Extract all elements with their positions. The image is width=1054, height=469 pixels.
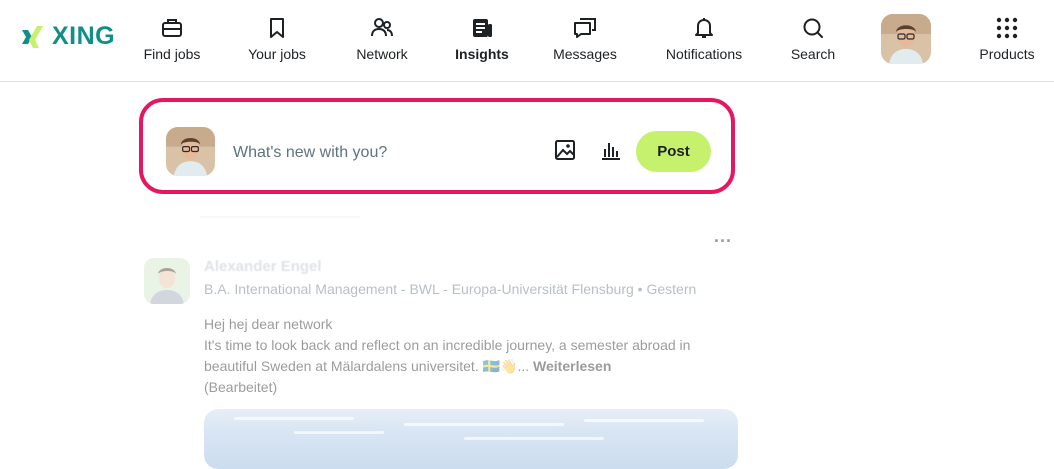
post-line-text: beautiful Sweden at Mälardalens universi… <box>204 358 530 374</box>
newspaper-icon <box>471 16 493 40</box>
logo-wordmark: XING <box>52 22 116 50</box>
nav-products-label: Products <box>979 46 1035 62</box>
profile-avatar[interactable] <box>881 14 931 64</box>
briefcase-icon <box>161 16 183 40</box>
post-body: Hej hej dear network It's time to look b… <box>204 314 744 398</box>
xing-x-icon <box>22 25 43 48</box>
nav-notifications[interactable]: Notifications <box>662 16 746 64</box>
nav-messages[interactable]: Messages <box>553 16 617 64</box>
nav-insights-label: Insights <box>455 46 509 62</box>
nav-search-label: Search <box>790 46 836 62</box>
composer-input[interactable] <box>231 140 535 166</box>
nav-find-jobs-label: Find jobs <box>143 46 201 62</box>
people-icon <box>370 16 394 40</box>
nav-messages-label: Messages <box>553 46 617 62</box>
nav-your-jobs[interactable]: Your jobs <box>246 16 308 64</box>
add-image-button[interactable] <box>552 139 578 165</box>
nav-products[interactable]: Products <box>976 16 1038 64</box>
divider <box>200 216 360 218</box>
post-line: Hej hej dear network <box>204 316 333 332</box>
nav-network[interactable]: Network <box>353 16 411 64</box>
bookmark-icon <box>268 16 286 40</box>
nav-find-jobs[interactable]: Find jobs <box>141 16 203 64</box>
composer-avatar <box>166 127 215 176</box>
nav-search[interactable]: Search <box>790 16 836 64</box>
image-icon <box>554 139 576 166</box>
nav-insights[interactable]: Insights <box>454 16 510 64</box>
post-image[interactable] <box>204 409 738 469</box>
top-navigation: XING Find jobs Your jobs Network Insight… <box>0 0 1054 82</box>
post-author-name[interactable]: Alexander Engel <box>204 258 322 275</box>
post-author-meta: B.A. International Management - BWL - Eu… <box>204 281 697 297</box>
read-more-link[interactable]: Weiterlesen <box>533 358 611 374</box>
chat-bubbles-icon <box>573 16 597 40</box>
bar-chart-icon <box>600 139 622 166</box>
more-options-button[interactable]: ... <box>714 226 732 247</box>
nav-your-jobs-label: Your jobs <box>248 46 306 62</box>
bell-icon <box>694 16 714 40</box>
xing-logo[interactable]: XING <box>20 22 115 51</box>
grid-dots-icon <box>996 16 1018 40</box>
nav-notifications-label: Notifications <box>665 46 743 62</box>
add-poll-button[interactable] <box>598 139 624 165</box>
post-line: It's time to look back and reflect on an… <box>204 337 691 353</box>
post-line: beautiful Sweden at Mälardalens universi… <box>204 356 744 377</box>
edited-label: (Bearbeitet) <box>204 379 278 395</box>
nav-network-label: Network <box>356 46 408 62</box>
post-author-avatar[interactable] <box>144 258 190 304</box>
post-button[interactable]: Post <box>636 131 711 172</box>
search-icon <box>802 16 824 40</box>
